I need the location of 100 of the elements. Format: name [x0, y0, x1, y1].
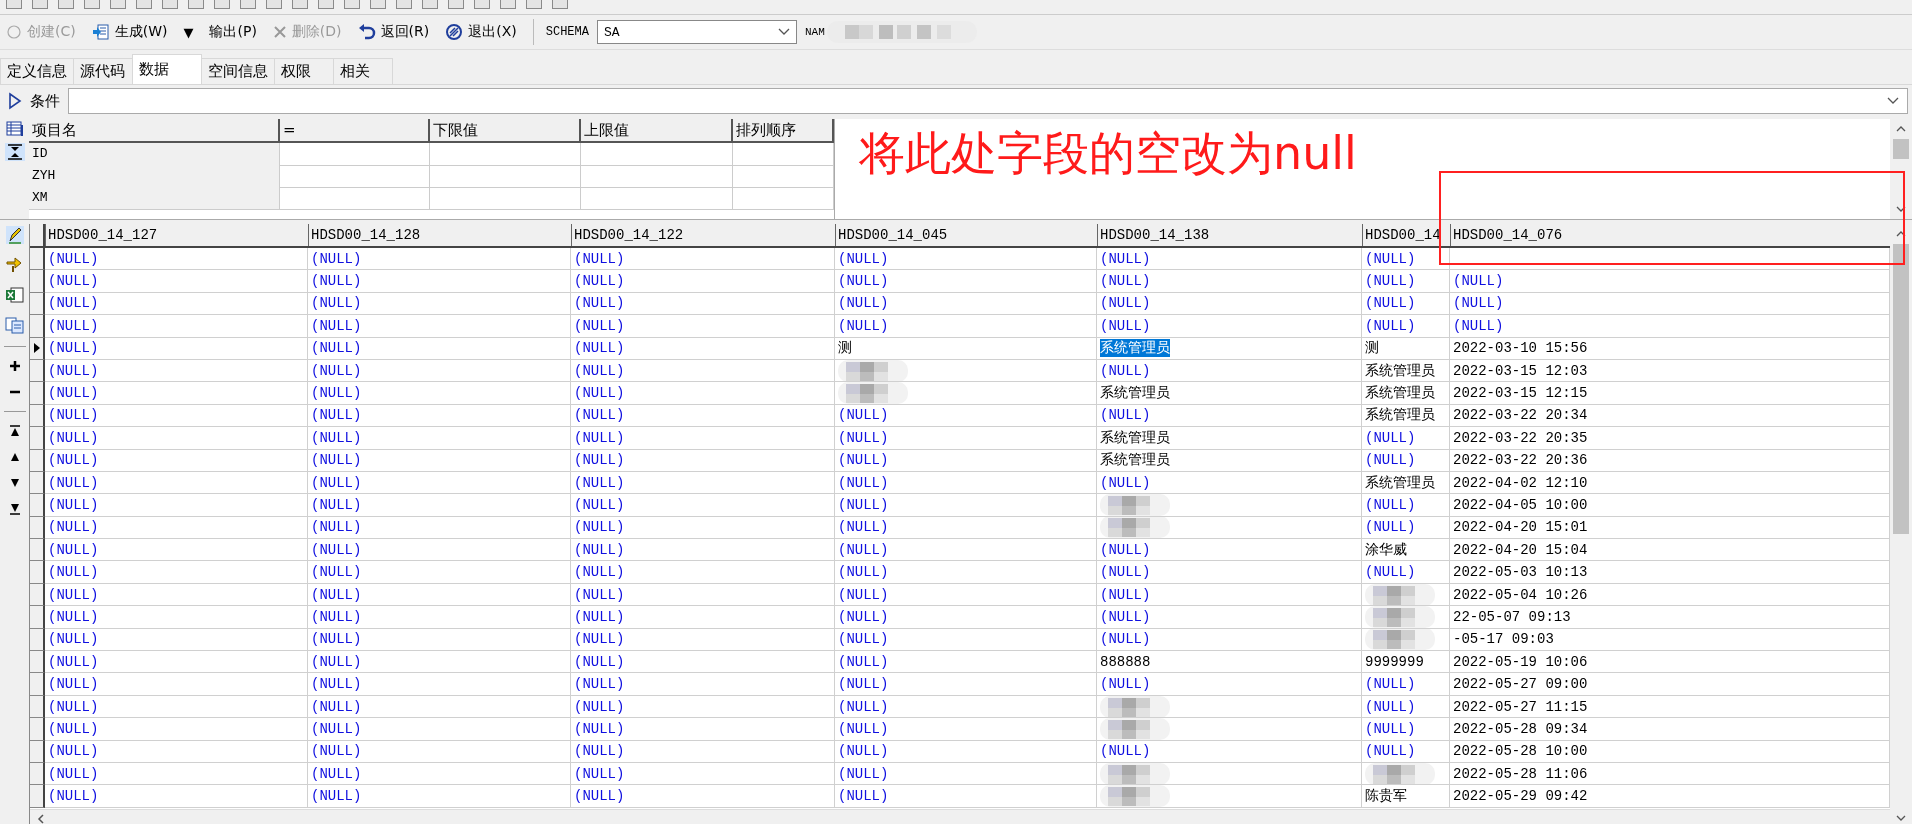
table-cell: (NULL)	[1365, 429, 1416, 446]
toolbar-button[interactable]: 生成(W)	[87, 21, 172, 43]
toolbar-icon[interactable]	[136, 0, 152, 9]
pencil-icon[interactable]	[5, 226, 24, 244]
tab[interactable]: 数据	[132, 54, 202, 84]
column-header[interactable]: HDSD00_14_122	[571, 224, 835, 246]
table-cell: (NULL)	[838, 497, 889, 513]
row-selector[interactable]	[30, 337, 45, 360]
row-selector[interactable]	[30, 471, 45, 495]
row-selector[interactable]	[30, 516, 45, 540]
table-cell: 888888	[1100, 653, 1151, 670]
row-selector[interactable]	[30, 539, 45, 562]
toolbar-icon[interactable]	[110, 0, 126, 9]
row-selector[interactable]	[30, 606, 45, 629]
condition-field[interactable]	[68, 88, 1908, 114]
table-cell: (NULL)	[311, 631, 362, 648]
scrollbar-thumb[interactable]	[1893, 139, 1909, 159]
row-selector[interactable]	[30, 382, 45, 405]
toolbar-icon[interactable]	[240, 0, 256, 9]
row-selector[interactable]	[30, 315, 45, 338]
toolbar-button[interactable]: 输出(P)	[205, 21, 261, 43]
filter-value-cell[interactable]	[581, 165, 733, 188]
row-selector[interactable]	[30, 583, 45, 607]
table-cell: (NULL)	[838, 653, 889, 670]
play-outline-icon[interactable]	[8, 92, 22, 110]
table-cell: (NULL)	[311, 608, 362, 625]
row-selector[interactable]	[30, 628, 45, 652]
filter-value-cell[interactable]	[280, 165, 430, 188]
column-header[interactable]: =	[280, 119, 430, 143]
toolbar-icon[interactable]	[162, 0, 178, 9]
table-cell: 2022-03-22 20:34	[1453, 407, 1588, 424]
toolbar-icon[interactable]	[552, 0, 568, 9]
toolbar-icon[interactable]	[422, 0, 438, 9]
toolbar-icon[interactable]	[292, 0, 308, 9]
toolbar-icon[interactable]	[214, 0, 230, 9]
column-header[interactable]: HDSD00_14_045	[835, 224, 1097, 246]
column-header[interactable]: HDSD00_14	[1362, 224, 1450, 246]
row-selector[interactable]	[30, 449, 45, 472]
row-selector[interactable]	[30, 292, 45, 316]
tab[interactable]: 定义信息	[0, 58, 74, 84]
row-selector[interactable]	[30, 651, 45, 674]
schema-select[interactable]: SA	[596, 20, 797, 44]
row-selector[interactable]	[30, 695, 45, 719]
column-header[interactable]: HDSD00_14_128	[308, 224, 571, 246]
tab[interactable]: 相关	[333, 58, 393, 84]
plus-icon[interactable]	[7, 359, 22, 373]
toolbar-icon[interactable]	[84, 0, 100, 9]
row-selector[interactable]	[30, 359, 45, 383]
row-selector[interactable]	[30, 763, 45, 786]
dropdown-arrow[interactable]: ▼	[179, 24, 198, 40]
last-record-icon[interactable]	[8, 502, 21, 516]
toolbar-icon[interactable]	[370, 0, 386, 9]
toolbar-icon[interactable]	[32, 0, 48, 9]
column-header[interactable]: HDSD00_14_127	[45, 224, 308, 246]
row-selector[interactable]	[30, 494, 45, 517]
filter-value-cell[interactable]	[280, 187, 430, 210]
toolbar-icon[interactable]	[526, 0, 542, 9]
row-selector[interactable]	[30, 561, 45, 584]
table-cell: (NULL)	[311, 295, 362, 312]
column-header[interactable]: 排列顺序	[733, 119, 834, 143]
spreadsheet-icon[interactable]	[4, 286, 25, 304]
toolbar-icon[interactable]	[396, 0, 412, 9]
toolbar-icon[interactable]	[266, 0, 282, 9]
toolbar-icon[interactable]	[474, 0, 490, 9]
toolbar-icon[interactable]	[448, 0, 464, 9]
toolbar-button[interactable]: 退出(X)	[441, 21, 521, 43]
table-cell: 2022-03-15 12:03	[1453, 362, 1588, 379]
first-record-icon[interactable]	[8, 424, 21, 438]
row-selector[interactable]	[30, 673, 45, 696]
table-cell: (NULL)	[311, 362, 362, 379]
filter-value-cell[interactable]	[280, 143, 430, 166]
filter-value-cell[interactable]	[581, 143, 733, 166]
column-header[interactable]: 下限值	[430, 119, 581, 143]
toolbar-icon[interactable]	[344, 0, 360, 9]
table-cell: 2022-05-28 11:06	[1453, 765, 1588, 782]
toolbar-icon[interactable]	[318, 0, 334, 9]
toolbar-icon[interactable]	[58, 0, 74, 9]
toolbar-button[interactable]: 返回(R)	[353, 21, 434, 43]
filter-value-cell[interactable]	[430, 165, 581, 188]
filter-value-cell[interactable]	[430, 187, 581, 210]
row-selector[interactable]	[30, 785, 45, 808]
filter-value-cell[interactable]	[581, 187, 733, 210]
row-selector[interactable]	[30, 248, 45, 271]
column-header[interactable]: 上限值	[581, 119, 733, 143]
column-header[interactable]: HDSD00_14_138	[1097, 224, 1362, 246]
toolbar-icon[interactable]	[188, 0, 204, 9]
row-selector[interactable]	[30, 270, 45, 293]
toolbar-icon[interactable]	[6, 0, 22, 9]
filter-value-cell[interactable]	[430, 143, 581, 166]
collapse-icon[interactable]	[4, 143, 25, 161]
row-selector[interactable]	[30, 427, 45, 450]
row-selector[interactable]	[30, 718, 45, 741]
table-icon[interactable]	[5, 121, 24, 137]
toolbar-icon[interactable]	[500, 0, 516, 9]
row-selector[interactable]	[30, 740, 45, 763]
column-header[interactable]: 项目名	[29, 119, 280, 143]
row-selector[interactable]	[30, 404, 45, 428]
scrollbar-thumb[interactable]	[1893, 244, 1909, 534]
copy-icon[interactable]	[4, 316, 25, 334]
table-cell: (NULL)	[838, 474, 889, 491]
